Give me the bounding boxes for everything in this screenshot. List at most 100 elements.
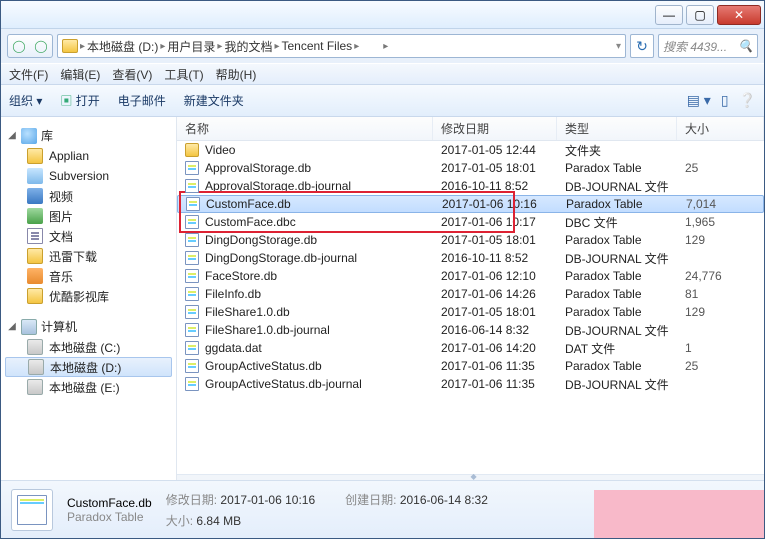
file-row[interactable]: GroupActiveStatus.db2017-01-06 11:35Para… (177, 357, 764, 375)
file-list[interactable]: Video2017-01-05 12:44文件夹ApprovalStorage.… (177, 141, 764, 474)
sidebar-item[interactable]: 图片 (1, 206, 176, 226)
file-row[interactable]: DingDongStorage.db2017-01-05 18:01Parado… (177, 231, 764, 249)
sidebar-item[interactable]: Applian (1, 146, 176, 166)
sidebar-item[interactable]: 音乐 (1, 266, 176, 286)
folder-icon (62, 39, 78, 53)
sidebar-item[interactable]: 迅雷下载 (1, 246, 176, 266)
svn-icon (27, 168, 43, 184)
nav-back-button[interactable]: ◯ (8, 35, 30, 57)
menu-view[interactable]: 查看(V) (112, 66, 152, 83)
detail-create-label: 创建日期: (345, 493, 396, 507)
organize-button[interactable]: 组织 ▾ (9, 92, 42, 109)
file-date: 2017-01-06 11:35 (433, 377, 557, 391)
file-icon (185, 377, 199, 391)
document-icon (27, 228, 43, 244)
file-icon (185, 305, 199, 319)
crumb[interactable]: 用户目录▸ (167, 38, 222, 55)
window-titlebar: — ▢ ✕ (1, 1, 764, 29)
sidebar-item[interactable]: 优酷影视库 (1, 286, 176, 306)
file-row[interactable]: DingDongStorage.db-journal2016-10-11 8:5… (177, 249, 764, 267)
email-button[interactable]: 电子邮件 (118, 92, 166, 109)
file-name: FileShare1.0.db (205, 305, 290, 319)
sidebar-item-drive-selected[interactable]: 本地磁盘 (D:) (5, 357, 172, 377)
search-input[interactable]: 搜索 4439... 🔍 (658, 34, 758, 58)
file-row[interactable]: ApprovalStorage.db2017-01-05 18:01Parado… (177, 159, 764, 177)
nav-forward-button[interactable]: ◯ (30, 35, 52, 57)
crumb[interactable]: 本地磁盘 (D:)▸ (87, 38, 165, 55)
body: ◢库 Applian Subversion 视频 图片 文档 迅雷下载 音乐 优… (1, 117, 764, 480)
sidebar-library[interactable]: ◢库 (1, 125, 176, 146)
detail-size-val: 6.84 MB (196, 514, 241, 528)
file-icon (185, 143, 199, 157)
file-date: 2017-01-06 10:16 (434, 197, 558, 211)
search-placeholder: 搜索 4439... (663, 38, 727, 55)
horizontal-scrollbar[interactable] (177, 474, 764, 480)
folder-icon (27, 148, 43, 164)
file-row[interactable]: FileShare1.0.db-journal2016-06-14 8:32DB… (177, 321, 764, 339)
crumb-hidden[interactable]: ▸ (361, 39, 388, 53)
menu-help[interactable]: 帮助(H) (216, 66, 257, 83)
sidebar-item[interactable]: Subversion (1, 166, 176, 186)
file-row[interactable]: CustomFace.dbc2017-01-06 10:17DBC 文件1,96… (177, 213, 764, 231)
col-date[interactable]: 修改日期 (433, 117, 557, 140)
col-name[interactable]: 名称 (177, 117, 433, 140)
preview-pane-button[interactable]: ▯ (721, 92, 729, 109)
maximize-button[interactable]: ▢ (686, 5, 714, 25)
crumb[interactable]: Tencent Files▸ (281, 39, 359, 53)
detail-mod-label: 修改日期: (166, 493, 217, 507)
file-row[interactable]: FileShare1.0.db2017-01-05 18:01Paradox T… (177, 303, 764, 321)
col-size[interactable]: 大小 (677, 117, 764, 140)
file-date: 2017-01-06 12:10 (433, 269, 557, 283)
file-row[interactable]: Video2017-01-05 12:44文件夹 (177, 141, 764, 159)
file-size: 25 (677, 161, 764, 175)
file-name: FaceStore.db (205, 269, 277, 283)
collapse-icon: ◢ (7, 321, 17, 332)
file-type: Paradox Table (557, 161, 677, 175)
menu-file[interactable]: 文件(F) (9, 66, 48, 83)
sidebar-item[interactable]: 视频 (1, 186, 176, 206)
col-type[interactable]: 类型 (557, 117, 677, 140)
menu-tools[interactable]: 工具(T) (164, 66, 203, 83)
file-icon (185, 269, 199, 283)
sidebar-computer[interactable]: ◢计算机 (1, 316, 176, 337)
file-date: 2016-06-14 8:32 (433, 323, 557, 337)
crumb[interactable]: 我的文档▸ (224, 38, 279, 55)
detail-create-val: 2016-06-14 8:32 (400, 493, 488, 507)
dropdown-icon[interactable]: ▾ (616, 41, 621, 52)
help-icon[interactable]: ❔ (739, 92, 756, 109)
close-button[interactable]: ✕ (717, 5, 761, 25)
file-row[interactable]: ggdata.dat2017-01-06 14:20DAT 文件1 (177, 339, 764, 357)
file-date: 2017-01-05 18:01 (433, 161, 557, 175)
file-date: 2016-10-11 8:52 (433, 179, 557, 193)
minimize-button[interactable]: — (655, 5, 683, 25)
file-name: FileShare1.0.db-journal (205, 323, 330, 337)
folder-icon (27, 288, 43, 304)
sidebar-item-drive[interactable]: 本地磁盘 (C:) (1, 337, 176, 357)
file-row[interactable]: FileInfo.db2017-01-06 14:26Paradox Table… (177, 285, 764, 303)
file-date: 2017-01-06 14:20 (433, 341, 557, 355)
file-row[interactable]: GroupActiveStatus.db-journal2017-01-06 1… (177, 375, 764, 393)
file-name: DingDongStorage.db (205, 233, 317, 247)
sidebar-item[interactable]: 文档 (1, 226, 176, 246)
file-date: 2017-01-06 11:35 (433, 359, 557, 373)
file-icon (185, 251, 199, 265)
refresh-button[interactable]: ↻ (630, 34, 654, 58)
file-date: 2017-01-05 18:01 (433, 305, 557, 319)
file-row[interactable]: FaceStore.db2017-01-06 12:10Paradox Tabl… (177, 267, 764, 285)
file-type: DB-JOURNAL 文件 (557, 178, 677, 195)
file-row[interactable]: ApprovalStorage.db-journal2016-10-11 8:5… (177, 177, 764, 195)
file-row[interactable]: CustomFace.db2017-01-06 10:16Paradox Tab… (177, 195, 764, 213)
open-button[interactable]: ▣ 打开 (60, 92, 99, 109)
sidebar-item-drive[interactable]: 本地磁盘 (E:) (1, 377, 176, 397)
new-folder-button[interactable]: 新建文件夹 (184, 92, 244, 109)
view-mode-button[interactable]: ▤ ▾ (687, 92, 711, 109)
file-icon (185, 215, 199, 229)
computer-icon (21, 319, 37, 335)
file-type: DB-JOURNAL 文件 (557, 376, 677, 393)
menu-edit[interactable]: 编辑(E) (60, 66, 100, 83)
file-icon (185, 233, 199, 247)
file-type: Paradox Table (558, 197, 678, 211)
file-date: 2017-01-05 12:44 (433, 143, 557, 157)
breadcrumb[interactable]: ▸ 本地磁盘 (D:)▸ 用户目录▸ 我的文档▸ Tencent Files▸ … (57, 34, 626, 58)
file-type: DBC 文件 (557, 214, 677, 231)
